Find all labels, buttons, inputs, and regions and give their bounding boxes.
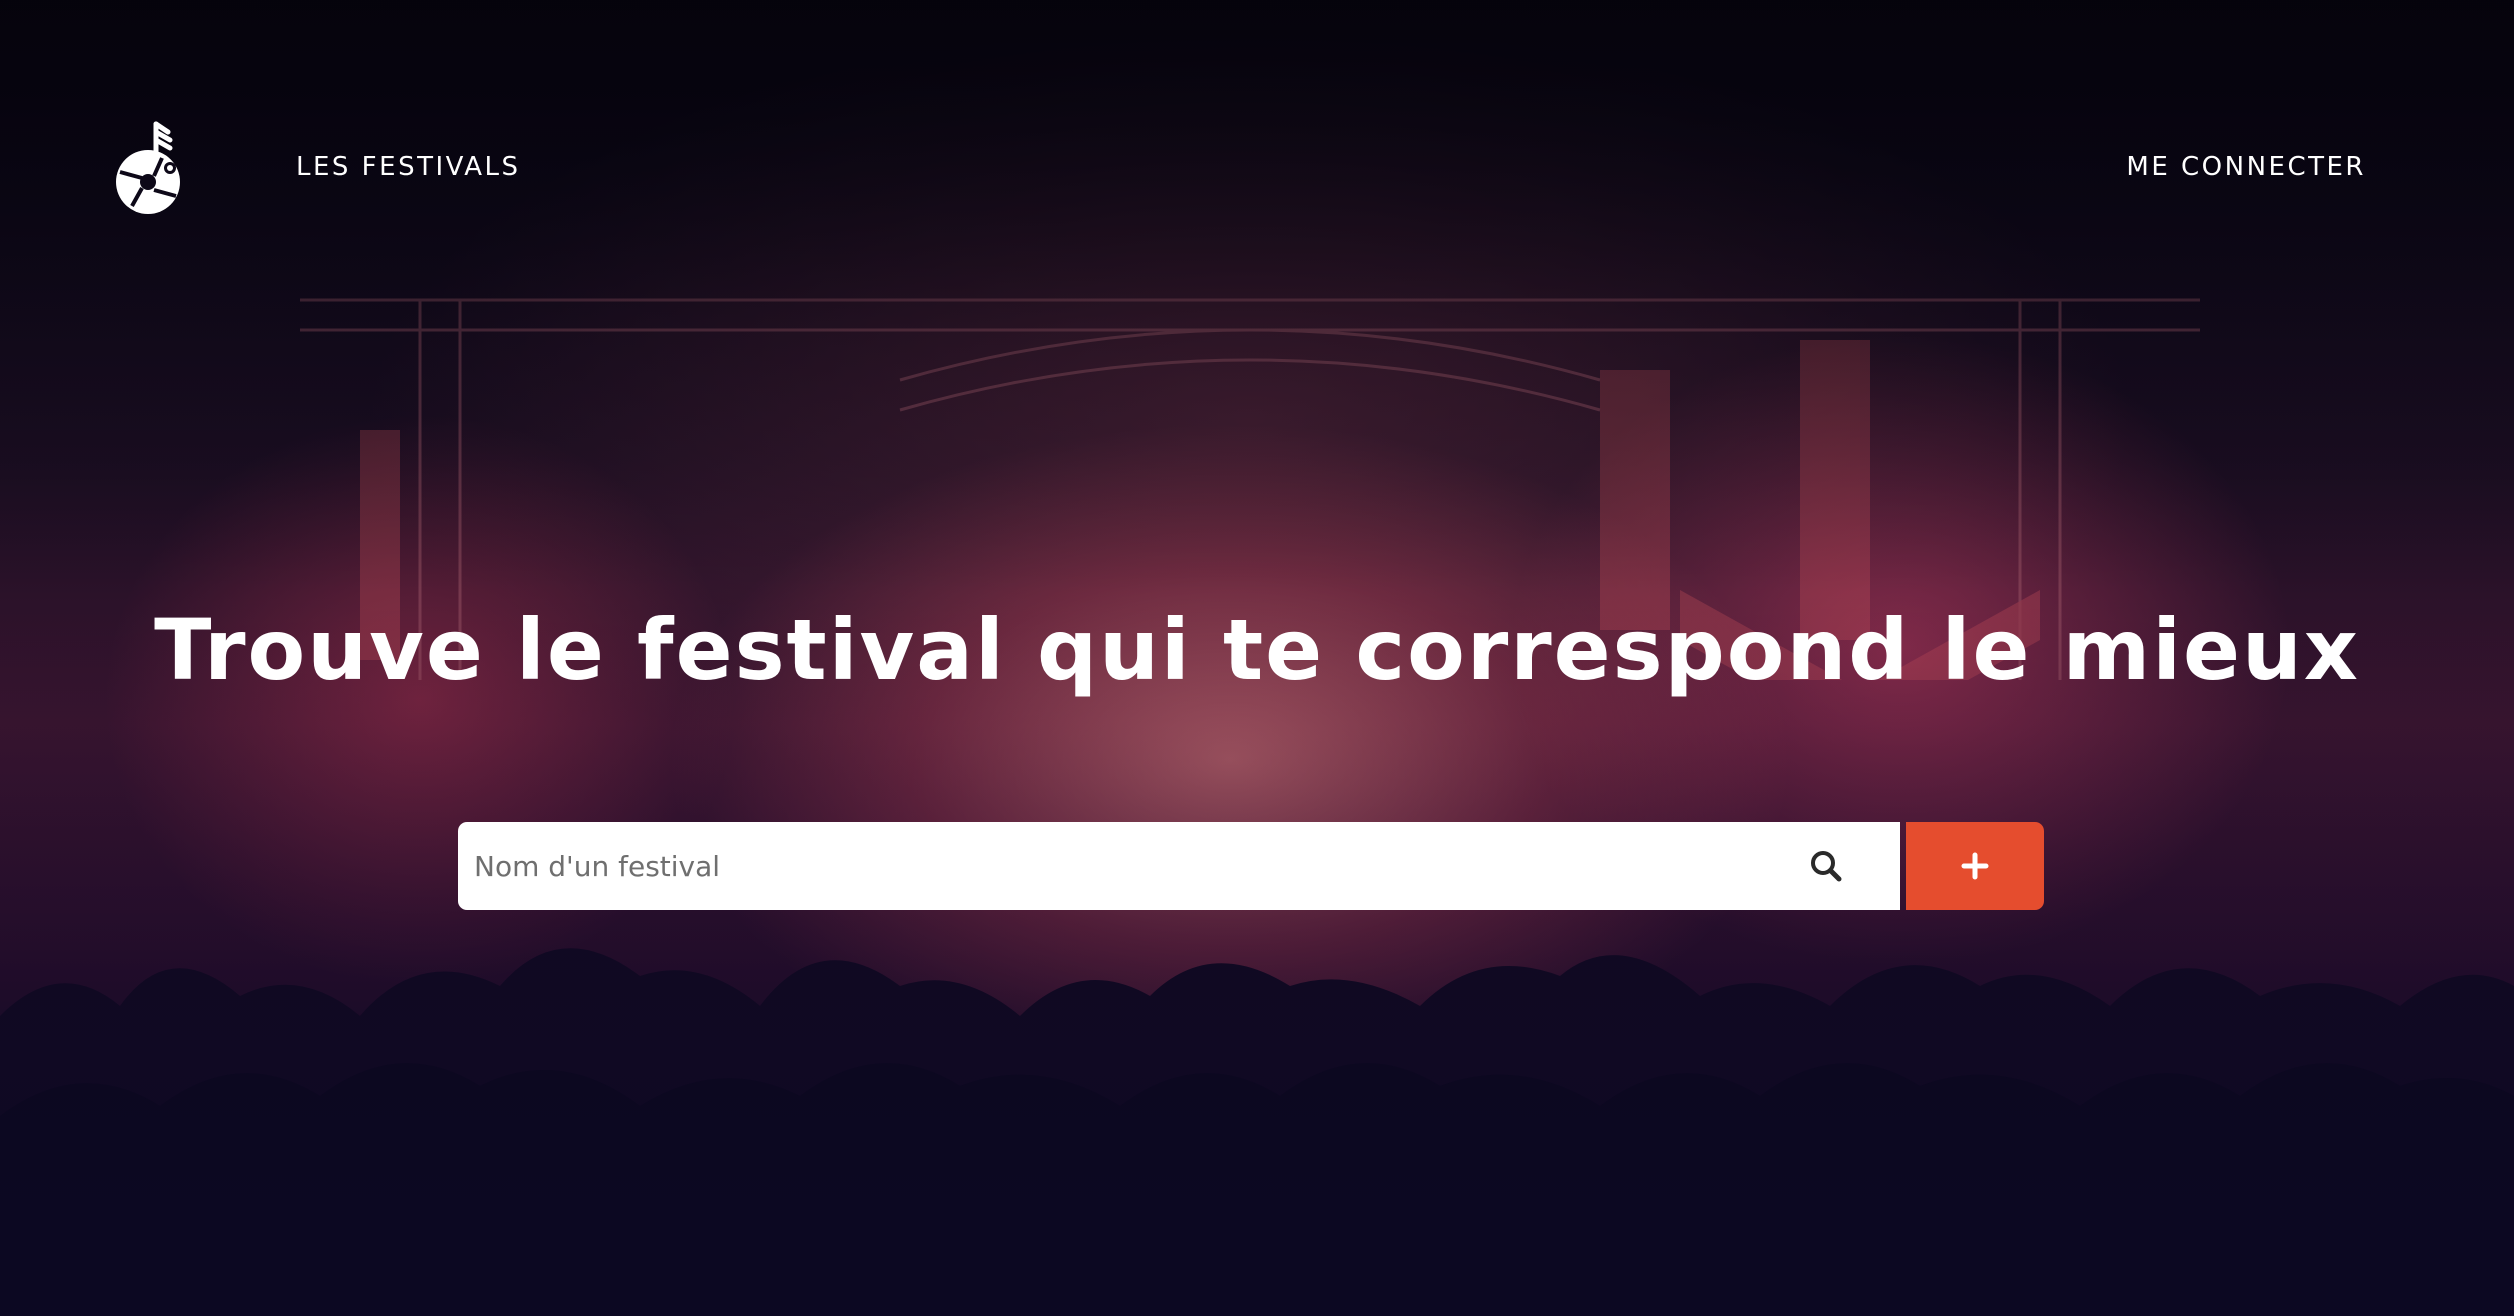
plus-icon xyxy=(1961,852,1989,880)
nav-link-festivals[interactable]: LES FESTIVALS xyxy=(296,150,521,184)
search-bar xyxy=(458,822,1900,910)
search-icon[interactable] xyxy=(1808,848,1844,884)
festival-search-input[interactable] xyxy=(458,822,1758,910)
landing-page: LES FESTIVALS ME CONNECTER Trouve le fes… xyxy=(0,0,2514,1316)
top-navigation: LES FESTIVALS ME CONNECTER xyxy=(0,0,2514,330)
add-festival-button[interactable] xyxy=(1906,822,2044,910)
login-link[interactable]: ME CONNECTER xyxy=(2126,150,2366,184)
hero-headline: Trouve le festival qui te correspond le … xyxy=(154,601,2360,699)
logo-icon[interactable] xyxy=(112,120,184,216)
